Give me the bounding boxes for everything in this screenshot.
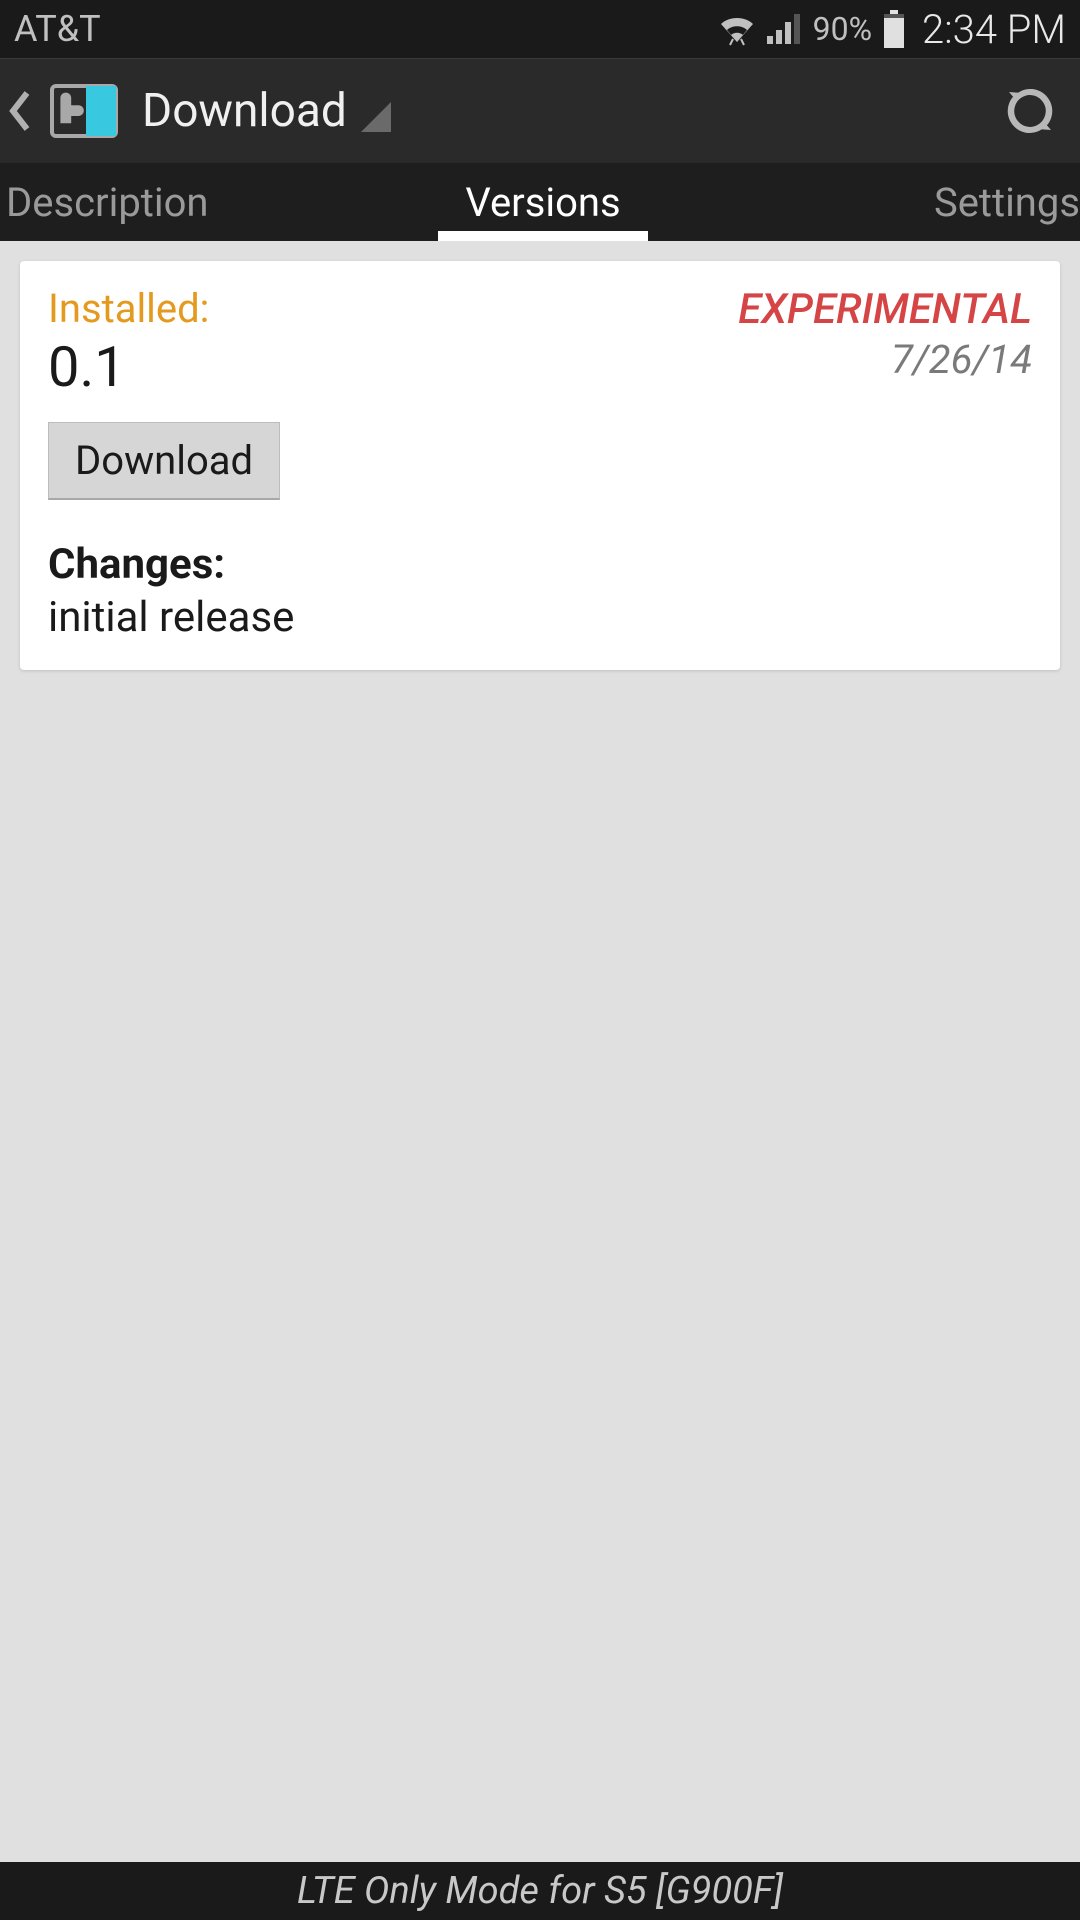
- status-bar: AT&T 90% 2:34 PM: [0, 0, 1080, 58]
- back-button[interactable]: [0, 91, 40, 131]
- tab-description[interactable]: Description: [0, 163, 364, 241]
- release-date: 7/26/14: [738, 336, 1032, 383]
- action-bar: Download: [0, 58, 1080, 163]
- tab-versions[interactable]: Versions: [364, 163, 722, 241]
- status-right: 90% 2:34 PM: [717, 6, 1066, 53]
- wifi-icon: [717, 12, 757, 46]
- bottom-ticker: LTE Only Mode for S5 [G900F]: [0, 1862, 1080, 1920]
- spinner-dropdown-icon[interactable]: [361, 102, 391, 132]
- app-icon[interactable]: [46, 80, 122, 142]
- version-card: Installed: 0.1 EXPERIMENTAL 7/26/14 Down…: [20, 261, 1060, 670]
- version-number: 0.1: [48, 334, 209, 400]
- refresh-button[interactable]: [990, 71, 1070, 151]
- content-area: Installed: 0.1 EXPERIMENTAL 7/26/14 Down…: [0, 241, 1080, 1862]
- clock: 2:34 PM: [922, 6, 1066, 53]
- ticker-text: LTE Only Mode for S5 [G900F]: [297, 1869, 783, 1913]
- battery-percent: 90%: [813, 10, 872, 48]
- carrier-label: AT&T: [14, 8, 101, 50]
- battery-icon: [882, 10, 906, 48]
- tab-bar: Description Versions Settings: [0, 163, 1080, 241]
- signal-icon: [767, 14, 803, 44]
- download-button[interactable]: Download: [48, 422, 280, 500]
- status-badge: EXPERIMENTAL: [738, 285, 1032, 334]
- page-title[interactable]: Download: [142, 84, 347, 138]
- changes-text: initial release: [48, 593, 1032, 642]
- changes-label: Changes:: [48, 540, 1032, 589]
- installed-label: Installed:: [48, 285, 209, 332]
- tab-settings[interactable]: Settings: [722, 163, 1080, 241]
